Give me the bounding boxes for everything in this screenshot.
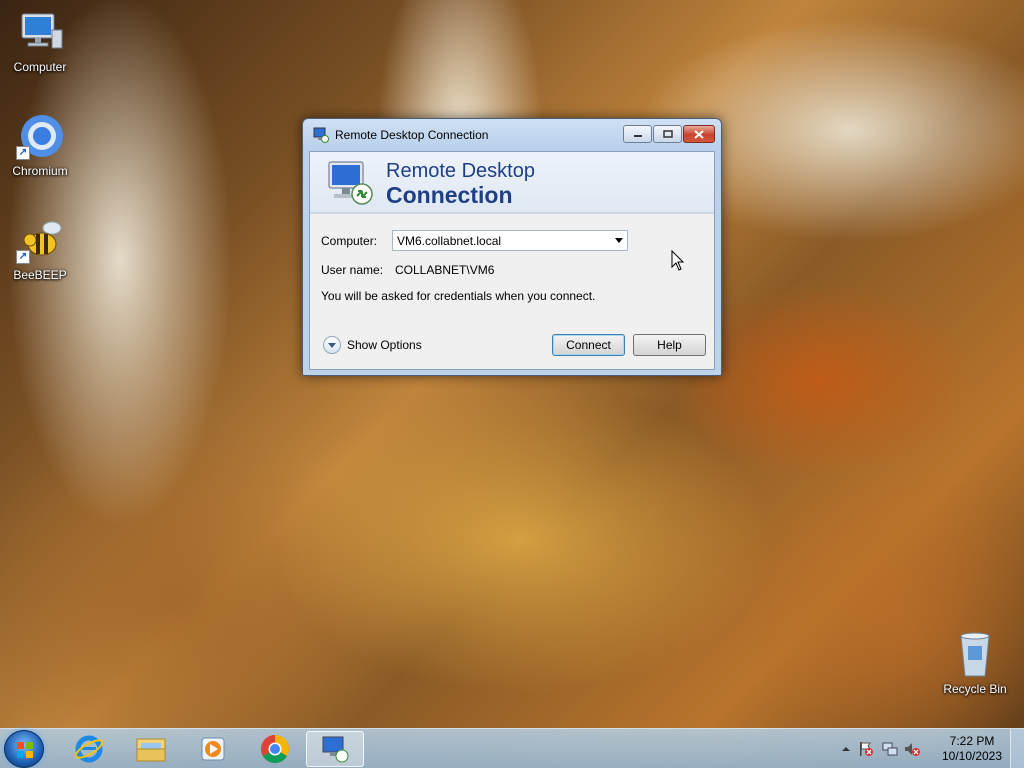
connect-button[interactable]: Connect bbox=[552, 334, 625, 356]
close-icon bbox=[694, 129, 704, 139]
show-options-label: Show Options bbox=[347, 338, 422, 352]
maximize-button[interactable] bbox=[653, 125, 682, 143]
remote-desktop-large-icon bbox=[328, 161, 373, 205]
desktop-icon-beebeep[interactable]: ↗ BeeBEEP bbox=[0, 216, 80, 282]
show-hidden-icons-icon[interactable] bbox=[838, 741, 854, 757]
action-center-flag-icon[interactable] bbox=[858, 741, 874, 757]
dropdown-arrow-icon[interactable] bbox=[615, 238, 623, 243]
taskbar-remote-desktop[interactable] bbox=[306, 731, 364, 767]
username-value: COLLABNET\VM6 bbox=[395, 263, 495, 277]
taskbar-chrome[interactable] bbox=[246, 731, 304, 767]
minimize-icon bbox=[633, 135, 642, 137]
computer-label: Computer: bbox=[321, 234, 378, 248]
taskbar-internet-explorer[interactable] bbox=[60, 731, 118, 767]
banner-title-line2: Connection bbox=[386, 182, 513, 208]
banner: Remote Desktop Connection bbox=[310, 152, 714, 214]
chromium-icon: ↗ bbox=[16, 112, 64, 160]
desktop-icon-chromium[interactable]: ↗ Chromium bbox=[0, 112, 80, 178]
minimize-button[interactable] bbox=[623, 125, 652, 143]
desktop-icon-label: BeeBEEP bbox=[13, 268, 67, 282]
clock[interactable]: 7:22 PM 10/10/2023 bbox=[940, 734, 1004, 764]
bee-icon: ↗ bbox=[16, 216, 64, 264]
taskbar: 7:22 PM 10/10/2023 bbox=[0, 728, 1024, 768]
remote-desktop-icon bbox=[322, 736, 349, 763]
computer-combobox[interactable]: VM6.collabnet.local bbox=[392, 230, 628, 251]
computer-value: VM6.collabnet.local bbox=[397, 234, 502, 248]
internet-explorer-icon bbox=[74, 735, 104, 763]
recycle-bin-icon bbox=[951, 630, 999, 678]
desktop-icon-label: Computer bbox=[13, 60, 67, 74]
expand-chevron-icon bbox=[323, 336, 341, 354]
username-label: User name: bbox=[321, 263, 384, 277]
shortcut-arrow-icon: ↗ bbox=[16, 146, 30, 160]
desktop-icon-label: Recycle Bin bbox=[943, 682, 1007, 696]
remote-desktop-icon bbox=[313, 127, 329, 143]
taskbar-windows-explorer[interactable] bbox=[122, 731, 180, 767]
network-icon[interactable] bbox=[882, 741, 898, 757]
taskbar-media-player[interactable] bbox=[184, 731, 242, 767]
credentials-info-text: You will be asked for credentials when y… bbox=[321, 289, 596, 303]
window-title: Remote Desktop Connection bbox=[335, 128, 489, 142]
windows-logo-icon bbox=[17, 742, 33, 758]
clock-date: 10/10/2023 bbox=[941, 749, 1003, 763]
title-bar[interactable]: Remote Desktop Connection bbox=[309, 119, 715, 151]
volume-muted-icon[interactable] bbox=[904, 741, 920, 757]
help-button[interactable]: Help bbox=[633, 334, 706, 356]
dialog-client-area: Remote Desktop Connection Computer: VM6.… bbox=[309, 151, 715, 370]
mouse-cursor-icon bbox=[671, 250, 685, 271]
chrome-icon bbox=[261, 735, 289, 763]
desktop-icon-computer[interactable]: Computer bbox=[0, 8, 80, 74]
banner-title-line1: Remote Desktop bbox=[386, 160, 535, 182]
shortcut-arrow-icon: ↗ bbox=[16, 250, 30, 264]
computer-icon bbox=[16, 8, 64, 56]
media-player-icon bbox=[201, 737, 225, 761]
system-tray: 7:22 PM 10/10/2023 bbox=[834, 729, 1024, 768]
close-button[interactable] bbox=[683, 125, 715, 143]
desktop-icon-recycle-bin[interactable]: Recycle Bin bbox=[935, 630, 1015, 696]
folder-icon bbox=[136, 738, 166, 762]
clock-time: 7:22 PM bbox=[949, 734, 995, 748]
remote-desktop-window: Remote Desktop Connection Remote Desktop… bbox=[302, 118, 722, 376]
show-options-toggle[interactable]: Show Options bbox=[323, 336, 422, 354]
desktop-icon-label: Chromium bbox=[12, 164, 68, 178]
show-desktop-button[interactable] bbox=[1010, 729, 1024, 768]
maximize-icon bbox=[662, 130, 673, 138]
start-button[interactable] bbox=[4, 730, 44, 768]
